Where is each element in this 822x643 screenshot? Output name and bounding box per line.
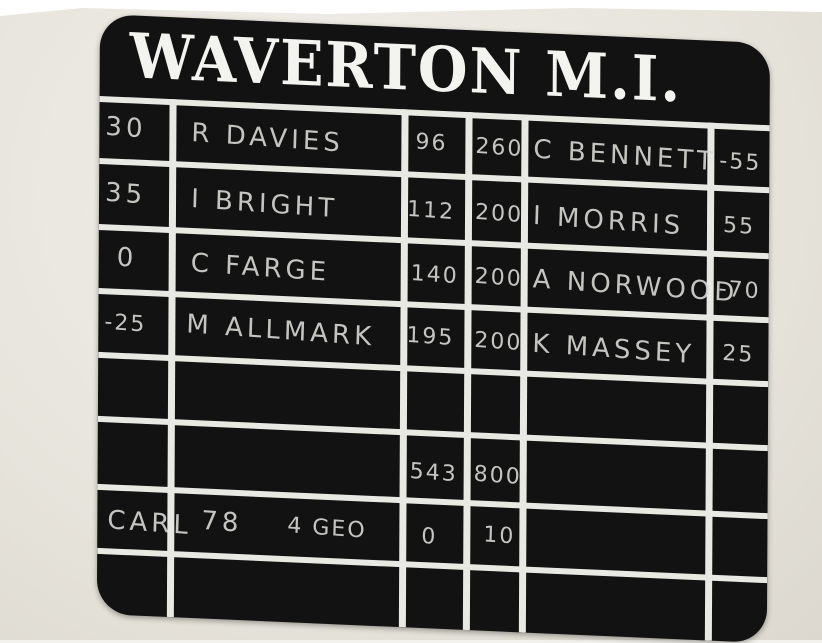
row-4-player-right: K MASSEY [531,328,696,371]
row-4-player-left: M ALLMARK [185,309,376,353]
row-1-score-left: 96 [415,129,448,157]
row-3-handicap: 0 [116,242,138,274]
grid-column-line [462,111,473,631]
row-3-score-left: 140 [410,260,460,290]
grid-line [97,547,768,584]
row-2-diff: 55 [722,212,756,240]
row-4-diff: 25 [721,340,755,368]
chalkboard: WAVERTON M.I. 30 R DAVIES 96 260 C BENNE… [96,14,770,643]
grid-line [97,415,768,452]
row-4-score-right: 200 [473,327,523,357]
footer-note: 4 GEO [286,513,367,544]
footer-value: 78 [200,505,243,539]
row-1-diff: -55 [718,148,762,177]
row-2-score-right: 200 [474,199,524,229]
total-score-right: 800 [473,461,523,491]
row-1-score-right: 260 [475,133,524,163]
row-3-player-left: C FARGE [190,248,331,288]
footer-score-left: 0 [420,523,438,550]
row-2-score-left: 112 [406,196,456,226]
score-grid: 30 R DAVIES 96 260 C BENNETT -55 35 I BR… [97,95,770,643]
scoreboard: WAVERTON M.I. 30 R DAVIES 96 260 C BENNE… [96,14,770,643]
row-2-player-left: I BRIGHT [190,184,339,225]
row-4-handicap: -25 [104,309,147,338]
grid-line [97,483,768,520]
row-1-handicap: 30 [104,111,147,145]
grid-column-line [518,114,529,633]
grid-column-line [704,122,715,641]
footer-score-right: 10 [482,522,516,550]
row-3-score-right: 200 [474,263,524,293]
row-1-player-right: C BENNETT [532,134,718,178]
row-3-diff: -70 [718,276,762,305]
row-2-player-right: I MORRIS [532,200,685,242]
row-1-player-left: R DAVIES [190,118,345,159]
total-score-left: 543 [409,458,459,488]
row-4-score-left: 195 [405,322,455,352]
row-2-handicap: 35 [104,177,147,211]
footer-name: CARL [106,505,193,542]
grid-column-line [398,109,409,628]
